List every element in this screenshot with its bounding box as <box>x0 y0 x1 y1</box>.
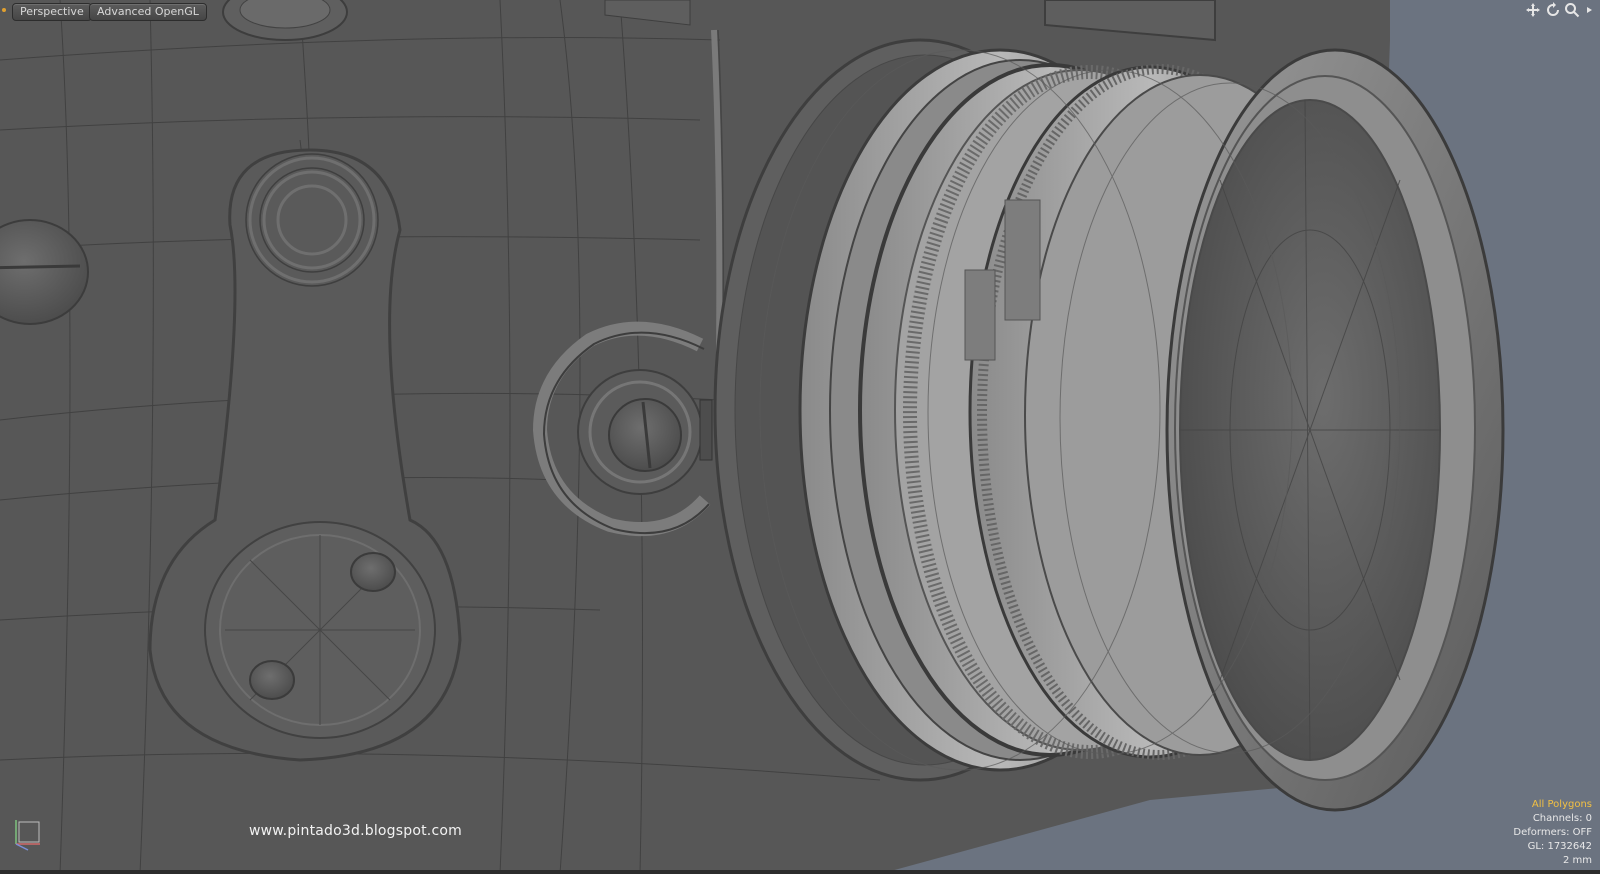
gl-count-label: GL: 1732642 <box>1527 841 1592 852</box>
view-mode-button[interactable]: Perspective <box>12 3 92 21</box>
viewport-stats: All Polygons Channels: 0 Deformers: OFF … <box>1513 798 1592 868</box>
3d-viewport[interactable]: Perspective Advanced OpenGL www.pintado3… <box>0 0 1600 874</box>
deformers-label: Deformers: OFF <box>1513 827 1592 838</box>
viewport-menu-icon[interactable] <box>1584 2 1594 18</box>
viewport-status-dot <box>2 8 6 12</box>
rotate-view-icon[interactable] <box>1545 2 1561 18</box>
camera-model-render[interactable] <box>0 0 1600 874</box>
viewport-bottom-border <box>0 870 1600 874</box>
selection-mode-label: All Polygons <box>1531 799 1592 810</box>
grid-size-label: 2 mm <box>1562 855 1592 866</box>
move-view-icon[interactable] <box>1525 2 1541 18</box>
channels-label: Channels: 0 <box>1532 813 1592 824</box>
watermark-text: www.pintado3d.blogspot.com <box>249 823 462 839</box>
shading-mode-button[interactable]: Advanced OpenGL <box>89 3 207 21</box>
zoom-view-icon[interactable] <box>1564 2 1580 18</box>
axis-gizmo-icon <box>15 820 40 851</box>
